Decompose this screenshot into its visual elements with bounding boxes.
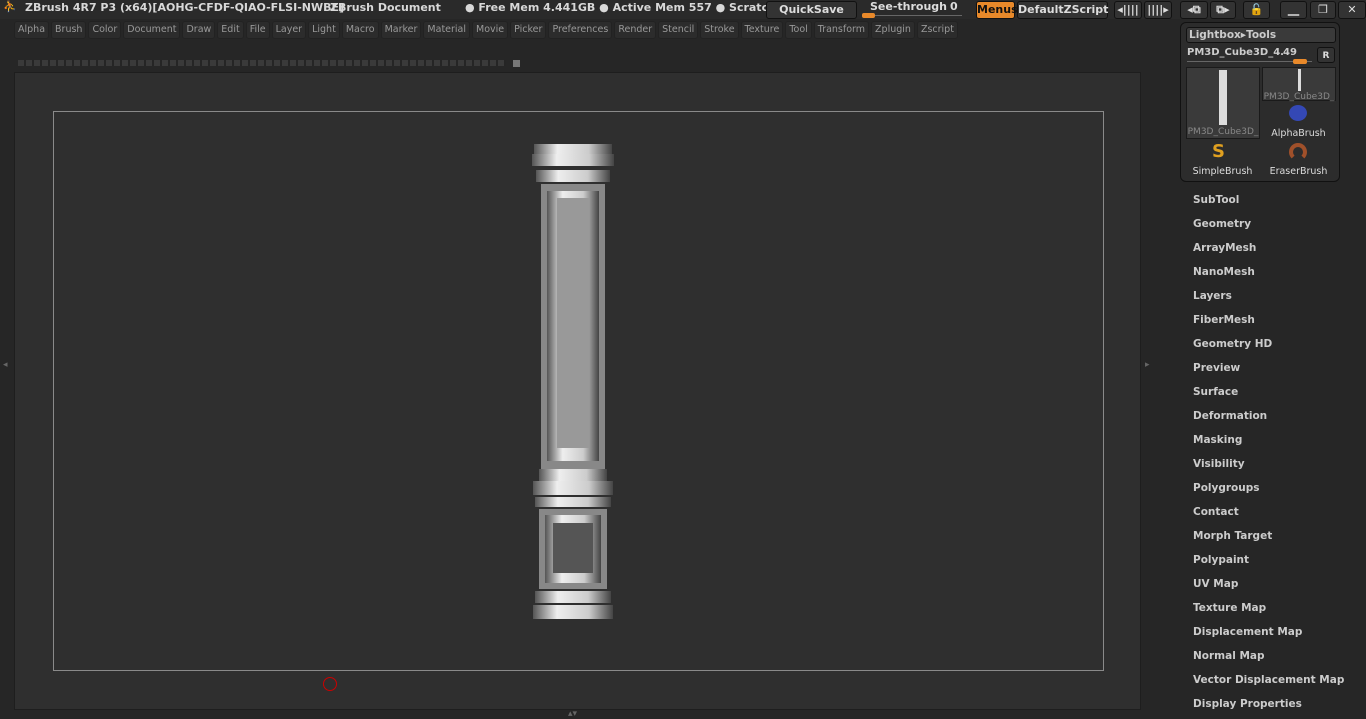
section-arraymesh[interactable]: ArrayMesh xyxy=(1150,238,1366,262)
tool-thumb-column-large[interactable]: PM3D_Cube3D_ xyxy=(1186,67,1260,139)
default-zscript-button[interactable]: DefaultZScript xyxy=(1017,1,1108,19)
menu-brush[interactable]: Brush xyxy=(51,21,87,39)
section-vector-displacement-map[interactable]: Vector Displacement Map xyxy=(1150,670,1366,694)
menu-stencil[interactable]: Stencil xyxy=(658,21,699,39)
app-title: ZBrush 4R7 P3 (x64)[AOHG-CFDF-QIAO-FLSI-… xyxy=(25,1,345,14)
menu-document[interactable]: Document xyxy=(123,21,181,39)
tool-slider[interactable]: PM3D_Cube3D_4. 49 xyxy=(1187,47,1317,65)
tool-value: 49 xyxy=(1283,47,1297,58)
left-tray-toggle[interactable]: ◂ xyxy=(3,360,8,370)
eraser-brush-thumb[interactable]: EraserBrush xyxy=(1261,166,1336,177)
menu-picker[interactable]: Picker xyxy=(510,21,547,39)
section-fibermesh[interactable]: FiberMesh xyxy=(1150,310,1366,334)
tool-popup: Lightbox▸Tools PM3D_Cube3D_4. 49 R PM3D_… xyxy=(1180,22,1340,182)
layout-next-icon[interactable]: ⧉▸ xyxy=(1210,1,1236,19)
menu-preferences[interactable]: Preferences xyxy=(548,21,613,39)
section-geometry-hd[interactable]: Geometry HD xyxy=(1150,334,1366,358)
layout-prev-icon[interactable]: ◂⧉ xyxy=(1180,1,1208,19)
menu-texture[interactable]: Texture xyxy=(740,21,784,39)
scroll-left-button[interactable]: ◂|||| xyxy=(1114,1,1142,19)
section-geometry[interactable]: Geometry xyxy=(1150,214,1366,238)
menu-material[interactable]: Material xyxy=(423,21,471,39)
section-surface[interactable]: Surface xyxy=(1150,382,1366,406)
menu-marker[interactable]: Marker xyxy=(380,21,422,39)
close-icon[interactable]: ✕ xyxy=(1338,1,1366,19)
menu-render[interactable]: Render xyxy=(614,21,657,39)
bottom-tray-toggle[interactable]: ▴▾ xyxy=(568,709,577,719)
zbrush-logo-icon: ⛹ xyxy=(3,0,17,13)
tool-name: PM3D_Cube3D_4. xyxy=(1187,47,1284,58)
section-visibility[interactable]: Visibility xyxy=(1150,454,1366,478)
menu-zplugin[interactable]: Zplugin xyxy=(871,21,915,39)
lightbox-tools-button[interactable]: Lightbox▸Tools xyxy=(1186,27,1336,43)
cursor-circle-icon xyxy=(323,677,337,691)
menu-draw[interactable]: Draw xyxy=(182,21,216,39)
menu-layer[interactable]: Layer xyxy=(271,21,307,39)
document-title: ZBrush Document xyxy=(330,1,441,14)
menu-zscript[interactable]: Zscript xyxy=(916,21,958,39)
eraser-brush-icon xyxy=(1289,143,1307,161)
menu-transform[interactable]: Transform xyxy=(813,21,870,39)
see-through-value: 0 xyxy=(950,0,958,13)
section-preview[interactable]: Preview xyxy=(1150,358,1366,382)
section-uv-map[interactable]: UV Map xyxy=(1150,574,1366,598)
menus-button[interactable]: Menus xyxy=(976,1,1018,19)
menu-file[interactable]: File xyxy=(245,21,270,39)
see-through-label: See-through xyxy=(870,0,948,13)
lock-icon[interactable]: 🔓 xyxy=(1243,1,1270,19)
column-model xyxy=(532,144,614,619)
shelf-scroll-handle[interactable] xyxy=(513,60,520,67)
section-deformation[interactable]: Deformation xyxy=(1150,406,1366,430)
quicksave-button[interactable]: QuickSave xyxy=(766,1,857,19)
alpha-brush-icon xyxy=(1289,105,1307,121)
tool-thumb-column-small[interactable]: PM3D_Cube3D_ xyxy=(1262,67,1336,102)
right-tray-toggle[interactable]: ▸ xyxy=(1145,360,1150,370)
section-nanomesh[interactable]: NanoMesh xyxy=(1150,262,1366,286)
simple-brush-thumb[interactable]: SimpleBrush xyxy=(1185,166,1260,177)
see-through-slider[interactable]: See-through 0 xyxy=(862,0,972,19)
section-displacement-map[interactable]: Displacement Map xyxy=(1150,622,1366,646)
section-polypaint[interactable]: Polypaint xyxy=(1150,550,1366,574)
section-polygroups[interactable]: Polygroups xyxy=(1150,478,1366,502)
menu-color[interactable]: Color xyxy=(88,21,122,39)
section-masking[interactable]: Masking xyxy=(1150,430,1366,454)
section-normal-map[interactable]: Normal Map xyxy=(1150,646,1366,670)
section-layers[interactable]: Layers xyxy=(1150,286,1366,310)
alpha-brush-thumb[interactable]: AlphaBrush xyxy=(1261,128,1336,139)
menu-bar: Alpha Brush Color Document Draw Edit Fil… xyxy=(14,21,958,39)
section-contact[interactable]: Contact xyxy=(1150,502,1366,526)
restore-icon[interactable]: ❐ xyxy=(1310,1,1336,19)
minimize-icon[interactable]: ⎽ xyxy=(1280,1,1307,19)
shelf-scrollbar[interactable] xyxy=(18,60,506,66)
section-morph-target[interactable]: Morph Target xyxy=(1150,526,1366,550)
menu-movie[interactable]: Movie xyxy=(472,21,509,39)
menu-tool[interactable]: Tool xyxy=(785,21,812,39)
document-canvas[interactable] xyxy=(14,72,1141,710)
scroll-right-button[interactable]: ||||▸ xyxy=(1144,1,1172,19)
menu-alpha[interactable]: Alpha xyxy=(14,21,50,39)
menu-macro[interactable]: Macro xyxy=(341,21,379,39)
menu-light[interactable]: Light xyxy=(308,21,340,39)
r-button[interactable]: R xyxy=(1317,47,1335,63)
section-display-properties[interactable]: Display Properties xyxy=(1150,694,1366,718)
menu-stroke[interactable]: Stroke xyxy=(700,21,739,39)
tool-palette: SubTool Geometry ArrayMesh NanoMesh Laye… xyxy=(1150,190,1366,718)
section-texture-map[interactable]: Texture Map xyxy=(1150,598,1366,622)
menu-edit[interactable]: Edit xyxy=(217,21,244,39)
simple-brush-icon: S xyxy=(1212,141,1225,162)
memory-status: ● Free Mem 4.441GB ● Active Mem 557 ● Sc… xyxy=(465,1,776,14)
section-subtool[interactable]: SubTool xyxy=(1150,190,1366,214)
